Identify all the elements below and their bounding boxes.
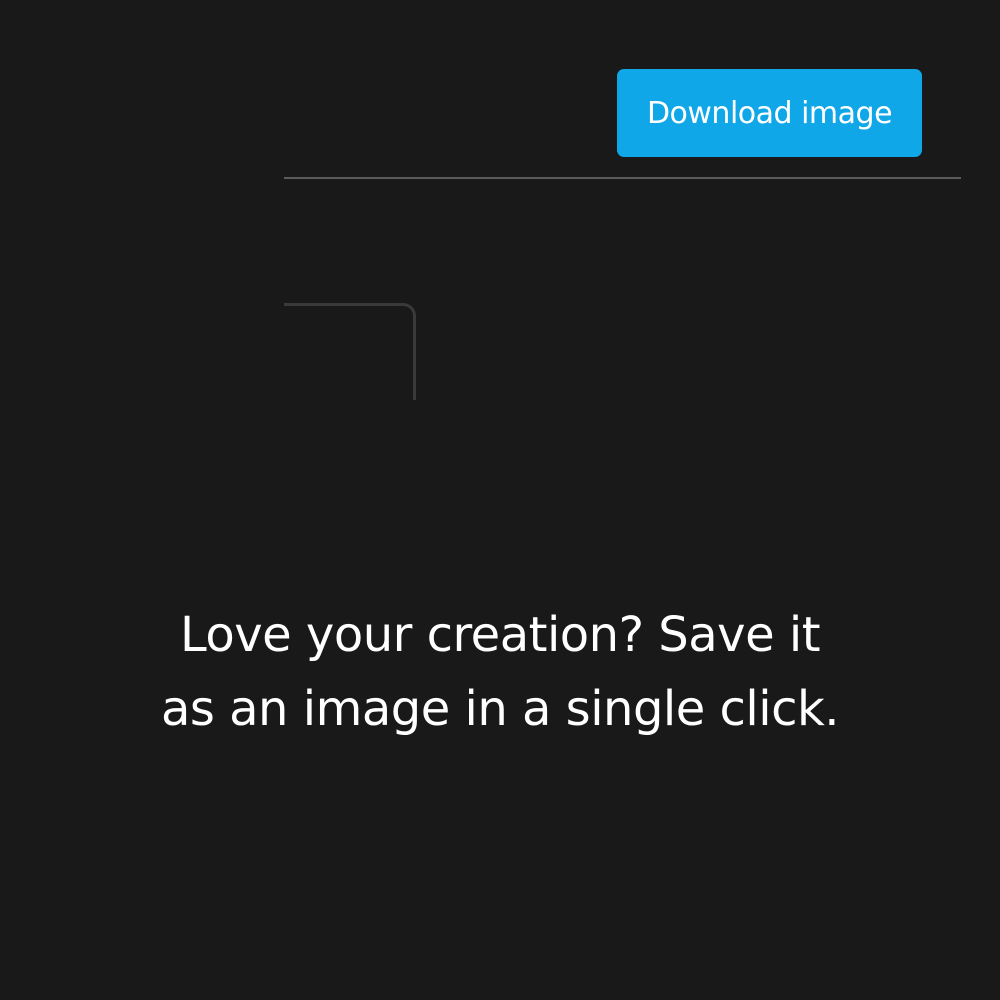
toolbar-divider <box>284 177 961 179</box>
preview-frame-corner <box>284 303 416 400</box>
download-image-button[interactable]: Download image <box>617 69 922 157</box>
caption-line-2: as an image in a single click. <box>160 681 840 737</box>
promo-caption: Love your creation? Save it as an image … <box>100 598 900 746</box>
caption-line-1: Love your creation? Save it <box>179 607 821 663</box>
promo-canvas: Download image Love your creation? Save … <box>0 0 1000 1000</box>
